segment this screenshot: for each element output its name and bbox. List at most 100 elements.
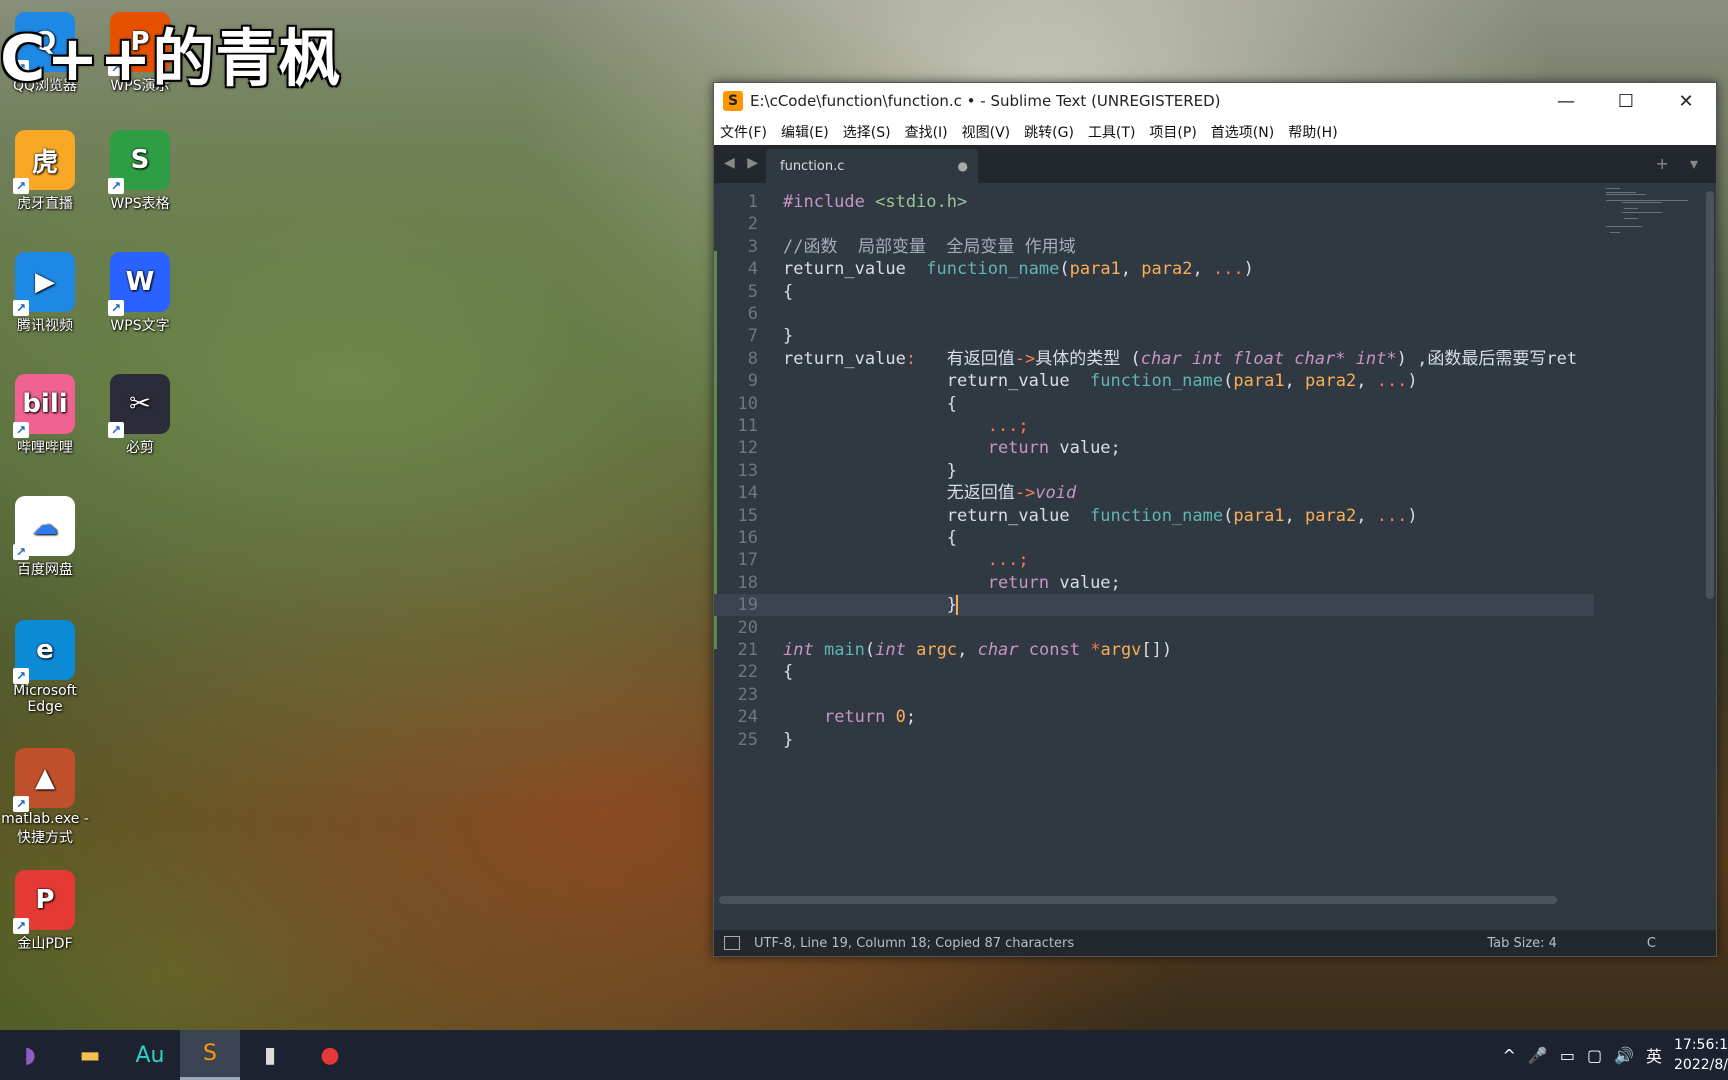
tray-chevron-icon[interactable]: ^	[1503, 1046, 1516, 1065]
line-number: 14	[737, 483, 758, 504]
visual-studio-icon[interactable]: ◗	[0, 1030, 60, 1080]
code-token: ->	[1014, 348, 1036, 369]
clock[interactable]: 17:56:1 2022/8/	[1674, 1035, 1728, 1075]
code-line[interactable]: 24 return 0;	[714, 706, 1594, 728]
line-number: 7	[747, 326, 758, 347]
desktop-icon[interactable]: ▶ 腾讯视频	[0, 252, 90, 335]
code-line[interactable]: 9 return_value function_name(para1, para…	[714, 370, 1594, 392]
code-line[interactable]: 21 int main(int argc, char const *argv[])	[714, 639, 1594, 661]
line-number: 17	[737, 550, 758, 571]
terminal-icon[interactable]: ▮	[240, 1030, 300, 1080]
matlab-icon: ▲	[13, 748, 75, 812]
desktop-icon[interactable]: ▲matlab.exe - 快捷方式	[0, 748, 90, 847]
menu-item[interactable]: 编辑(E)	[781, 122, 829, 142]
file-explorer-icon[interactable]: ▬	[60, 1030, 120, 1080]
menu-item[interactable]: 帮助(H)	[1288, 122, 1337, 142]
code-token: ,	[1192, 259, 1213, 280]
network-icon[interactable]: ▢	[1587, 1046, 1602, 1065]
line-number: 3	[747, 236, 758, 257]
code-line[interactable]: 15 return_value function_name(para1, par…	[714, 505, 1594, 527]
code-token: (	[1223, 371, 1234, 392]
line-number: 24	[737, 707, 758, 728]
ime-indicator[interactable]: 英	[1646, 1043, 1662, 1067]
desktop-icon[interactable]: P 金山PDF	[0, 870, 90, 953]
record-icon[interactable]: ●	[300, 1030, 360, 1080]
microphone-icon[interactable]: 🎤	[1528, 1046, 1548, 1065]
code-line[interactable]: 2	[714, 213, 1594, 235]
code-line[interactable]: 19 }	[714, 594, 1594, 617]
desktop-icon[interactable]: S WPS表格	[95, 130, 185, 213]
menu-item[interactable]: 选择(S)	[843, 122, 891, 142]
menu-item[interactable]: 工具(T)	[1088, 122, 1135, 142]
maximize-button[interactable]: ☐	[1596, 91, 1656, 112]
code-line[interactable]: 5{	[714, 281, 1594, 303]
desktop-icon[interactable]: W WPS文字	[95, 252, 185, 335]
code-token: const	[1028, 640, 1080, 660]
tab-function-c[interactable]: function.c ●	[766, 149, 978, 183]
code-line[interactable]: 8 return_value: 有返回值->具体的类型 (char int flo…	[714, 348, 1594, 370]
line-number: 19	[737, 595, 758, 616]
audition-icon[interactable]: Au	[120, 1030, 180, 1080]
code-token: function_name	[1090, 371, 1224, 392]
code-line[interactable]: 22 {	[714, 661, 1594, 683]
desktop-icon[interactable]: ☁ 百度网盘	[0, 496, 90, 579]
code-line[interactable]: 4 return_value function_name(para1, para2…	[714, 258, 1594, 280]
code-line[interactable]: 3 //函数 局部变量 全局变量 作用域	[714, 236, 1594, 258]
menu-item[interactable]: 查找(I)	[905, 122, 948, 142]
title-bar[interactable]: S E:\cCode\function\function.c • - Subli…	[714, 83, 1716, 119]
code-line[interactable]: 13 }	[714, 460, 1594, 482]
sublime-window[interactable]: S E:\cCode\function\function.c • - Subli…	[713, 82, 1717, 957]
code-token: return_value	[783, 371, 1091, 392]
menu-item[interactable]: 项目(P)	[1149, 122, 1196, 142]
menu-item[interactable]: 文件(F)	[720, 122, 767, 142]
wps-sheets-icon: S	[108, 130, 170, 194]
code-line[interactable]: 25}	[714, 729, 1594, 751]
code-line[interactable]: 17 ...;	[714, 549, 1594, 571]
code-text: return_value function_name(para1, para2,…	[783, 506, 1418, 526]
desktop-icon[interactable]: 虎虎牙直播	[0, 130, 90, 213]
menu-item[interactable]: 跳转(G)	[1024, 122, 1074, 142]
code-line[interactable]: 11 ...;	[714, 415, 1594, 437]
code-line[interactable]: 18 return value;	[714, 572, 1594, 594]
desktop-icon-label: 哔哩哔哩	[17, 440, 73, 456]
minimap[interactable]	[1606, 188, 1696, 248]
code-line[interactable]: 12 return value;	[714, 437, 1594, 459]
window-title: E:\cCode\function\function.c • - Sublime…	[750, 92, 1221, 110]
desktop-icon[interactable]: bili 哔哩哔哩	[0, 374, 90, 457]
code-editor[interactable]: 1 #include <stdio.h> 2 3//函数 局部变量 全局变量 作用域 4…	[714, 183, 1716, 906]
code-token: ,	[1356, 505, 1377, 526]
sublime-text-icon[interactable]: S	[180, 1030, 240, 1080]
close-button[interactable]: ✕	[1656, 91, 1716, 112]
code-token: argc	[916, 640, 958, 660]
line-number: 13	[737, 460, 758, 481]
code-line[interactable]: 10 {	[714, 393, 1594, 415]
unsaved-dot-icon[interactable]: ●	[958, 159, 968, 173]
panel-toggle-icon[interactable]	[724, 936, 740, 950]
new-tab-and-menu[interactable]: + ▾	[1655, 154, 1706, 173]
horizontal-scrollbar[interactable]	[719, 896, 1557, 904]
code-line[interactable]: 14 无返回值->void	[714, 482, 1594, 504]
code-line[interactable]: 23	[714, 684, 1594, 706]
desktop-icon[interactable]: ✂ 必剪	[95, 374, 185, 457]
minimize-button[interactable]: —	[1536, 91, 1596, 112]
code-line[interactable]: 16 {	[714, 527, 1594, 549]
code-line[interactable]: 6	[714, 303, 1594, 325]
tab-nav-arrows[interactable]: ◀ ▶	[724, 155, 762, 171]
menu-item[interactable]: 视图(V)	[962, 122, 1011, 142]
code-text: int main(int argc, char const *argv[])	[783, 640, 1172, 660]
code-line[interactable]: 20	[714, 617, 1594, 639]
syntax-indicator[interactable]: C	[1647, 936, 1656, 951]
code-line[interactable]: 7}	[714, 325, 1594, 347]
volume-icon[interactable]: 🔊	[1614, 1046, 1634, 1065]
menu-item[interactable]: 首选项(N)	[1211, 122, 1274, 142]
line-number: 25	[737, 729, 758, 750]
tab-size-indicator[interactable]: Tab Size: 4	[1487, 936, 1557, 951]
vertical-scrollbar[interactable]	[1706, 191, 1714, 599]
line-number: 5	[747, 281, 758, 302]
code-token: {	[783, 528, 957, 548]
desktop-icon[interactable]: eMicrosoft Edge	[0, 620, 90, 715]
battery-icon[interactable]: ▭	[1560, 1046, 1575, 1065]
code-line[interactable]: 1 #include <stdio.h>	[714, 191, 1594, 213]
code-token: function_name	[1090, 505, 1224, 526]
